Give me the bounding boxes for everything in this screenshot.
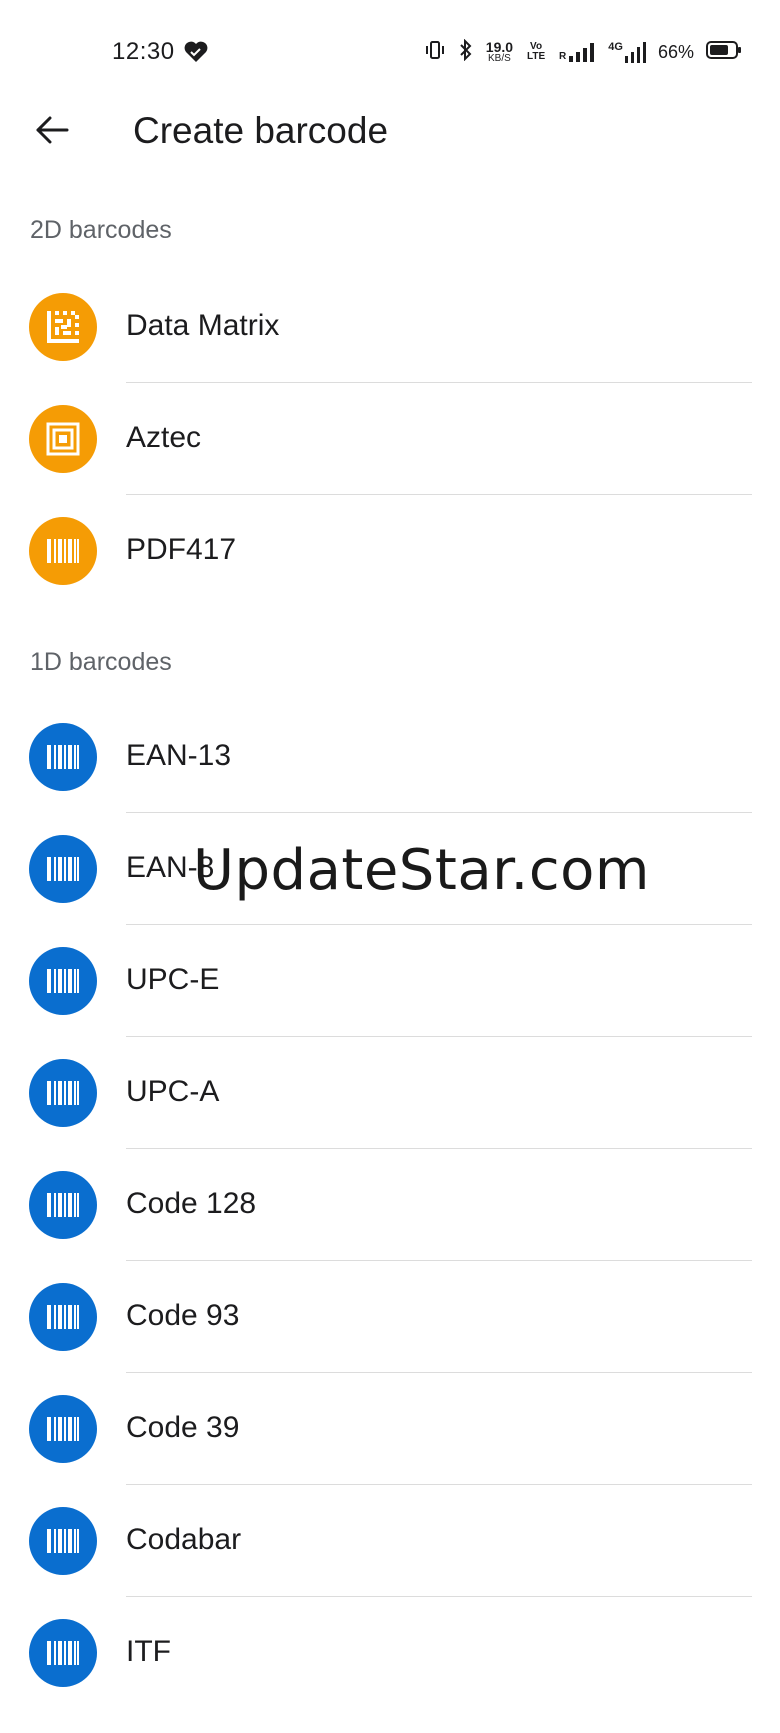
list-item-code-39[interactable]: Code 39 [0, 1373, 780, 1485]
list-item-upc-e[interactable]: UPC-E [0, 925, 780, 1037]
net-speed-value: 19.0 [485, 39, 514, 55]
list-item-code-93[interactable]: Code 93 [0, 1261, 780, 1373]
item-label: EAN-13 [126, 739, 232, 772]
list-1d-barcodes: EAN-13 EAN-8 UPC-E UPC-A Code 128 Code 9 [0, 701, 780, 1709]
list-item-code-128[interactable]: Code 128 [0, 1149, 780, 1261]
pdf417-icon [29, 517, 97, 585]
net-speed-unit: KB/S [488, 53, 511, 64]
page-title: Create barcode [133, 110, 389, 151]
item-label: Aztec [126, 421, 202, 454]
volte-indicator: Vo LTE [525, 42, 547, 62]
section-header-1d: 1D barcodes [30, 648, 172, 676]
barcode-icon [29, 1171, 97, 1239]
app-bar: Create barcode [0, 100, 780, 164]
signal-4g-icon: 4G [608, 41, 646, 63]
item-label: Data Matrix [126, 309, 280, 342]
item-label: Codabar [126, 1523, 242, 1556]
barcode-icon [29, 1619, 97, 1687]
list-item-ean-13[interactable]: EAN-13 [0, 701, 780, 813]
barcode-icon [29, 1059, 97, 1127]
item-label: ITF [126, 1635, 171, 1668]
barcode-icon [29, 1507, 97, 1575]
item-label: UPC-A [126, 1075, 220, 1108]
bluetooth-icon [458, 38, 474, 66]
list-item-ean-8[interactable]: EAN-8 [0, 813, 780, 925]
battery-icon [706, 40, 742, 65]
list-item-aztec[interactable]: Aztec [0, 383, 780, 495]
list-item-pdf417[interactable]: PDF417 [0, 495, 780, 607]
barcode-icon [29, 947, 97, 1015]
item-label: Code 93 [126, 1299, 240, 1332]
roaming-label: R [559, 51, 567, 62]
list-item-data-matrix[interactable]: Data Matrix [0, 271, 780, 383]
item-label: UPC-E [126, 963, 220, 996]
back-button[interactable] [22, 102, 82, 162]
signal-icon: R [559, 42, 596, 62]
battery-percent: 66% [657, 41, 694, 62]
status-bar: 12:30 19.0 KB/S Vo LTE R 4G 66% [0, 0, 780, 100]
barcode-icon [29, 1283, 97, 1351]
list-item-upc-a[interactable]: UPC-A [0, 1037, 780, 1149]
status-icons: 19.0 KB/S Vo LTE R 4G 66% [424, 36, 742, 68]
net-speed: 19.0 KB/S [486, 40, 513, 64]
section-header-2d: 2D barcodes [30, 216, 172, 244]
volte-label: Vo LTE [526, 41, 546, 62]
barcode-icon [29, 1395, 97, 1463]
network-label: 4G [608, 41, 623, 53]
list-item-codabar[interactable]: Codabar [0, 1485, 780, 1597]
list-item-itf[interactable]: ITF [0, 1597, 780, 1709]
barcode-icon [29, 723, 97, 791]
item-label: EAN-8 [126, 851, 215, 884]
aztec-icon [29, 405, 97, 473]
heart-icon [183, 40, 209, 64]
barcode-icon [29, 835, 97, 903]
list-2d-barcodes: Data Matrix Aztec PDF417 [0, 271, 780, 607]
data-matrix-icon [29, 293, 97, 361]
item-label: Code 39 [126, 1411, 240, 1444]
arrow-back-icon [35, 115, 69, 150]
item-label: PDF417 [126, 533, 237, 566]
item-label: Code 128 [126, 1187, 257, 1220]
status-time: 12:30 [112, 38, 175, 65]
vibrate-icon [424, 39, 446, 66]
